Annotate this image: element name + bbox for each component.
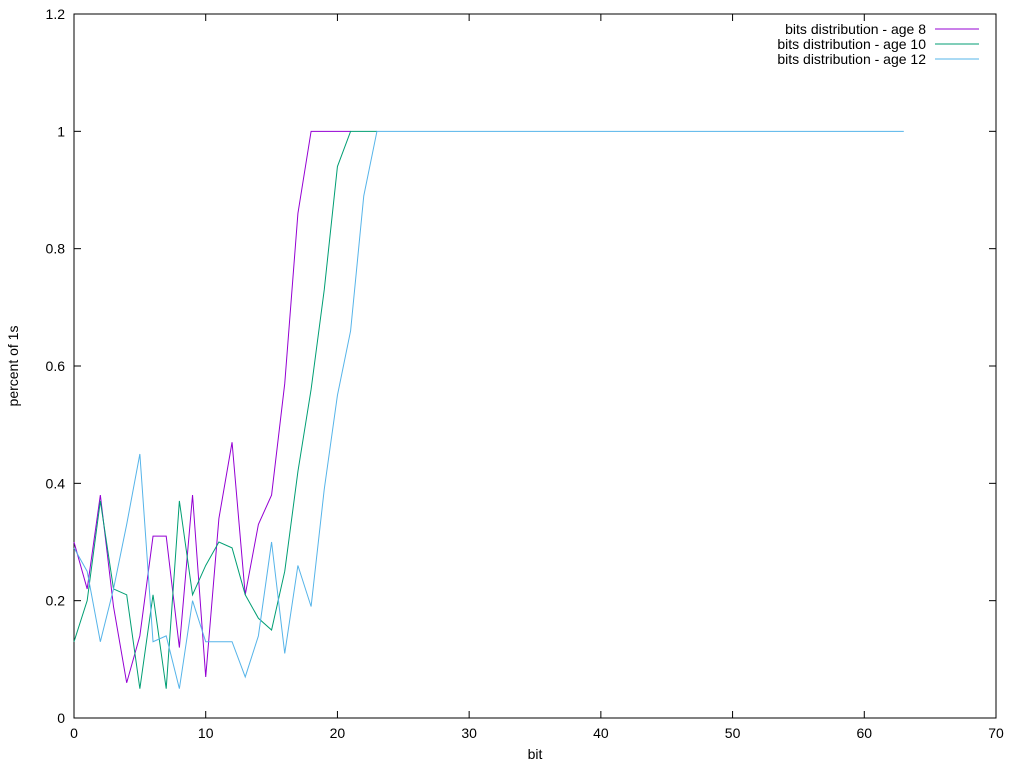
x-tick-label: 10 (198, 725, 214, 741)
x-tick-label: 30 (461, 725, 477, 741)
x-tick-label: 60 (856, 725, 872, 741)
y-axis-title: percent of 1s (5, 326, 21, 407)
x-tick-label: 20 (330, 725, 346, 741)
legend-label-3: bits distribution - age 12 (777, 51, 926, 67)
series-layer (73, 130, 904, 689)
x-tick-label: 50 (725, 725, 741, 741)
x-tick-label: 40 (593, 725, 609, 741)
legend: bits distribution - age 8bits distributi… (777, 21, 979, 67)
x-axis-title: bit (528, 746, 543, 762)
y-tick-label: 0.2 (46, 593, 66, 609)
series-line-2 (73, 130, 377, 689)
y-tick-label: 0 (57, 710, 65, 726)
chart-canvas: 0 10 20 30 40 50 60 70 0 0.2 0.4 0.6 0.8 1 1.2 bits d… (5, 6, 1004, 762)
plot-frame (73, 13, 997, 719)
y-tick-label: 0.4 (46, 475, 66, 491)
y-tick-label: 0.8 (46, 241, 66, 257)
y-tick-label: 1.2 (46, 6, 66, 22)
y-axis: 0 0.2 0.4 0.6 0.8 1 1.2 (46, 6, 996, 726)
x-tick-label: 0 (70, 725, 78, 741)
legend-label-1: bits distribution - age 8 (785, 21, 926, 37)
chart: 0 10 20 30 40 50 60 70 0 0.2 0.4 0.6 0.8 1 1.2 bits d… (0, 0, 1024, 768)
x-tick-label: 70 (988, 725, 1004, 741)
legend-label-2: bits distribution - age 10 (777, 36, 926, 52)
y-tick-label: 0.6 (46, 358, 66, 374)
series-line-3 (73, 130, 904, 689)
y-tick-label: 1 (57, 123, 65, 139)
x-axis: 0 10 20 30 40 50 60 70 (70, 14, 1004, 741)
